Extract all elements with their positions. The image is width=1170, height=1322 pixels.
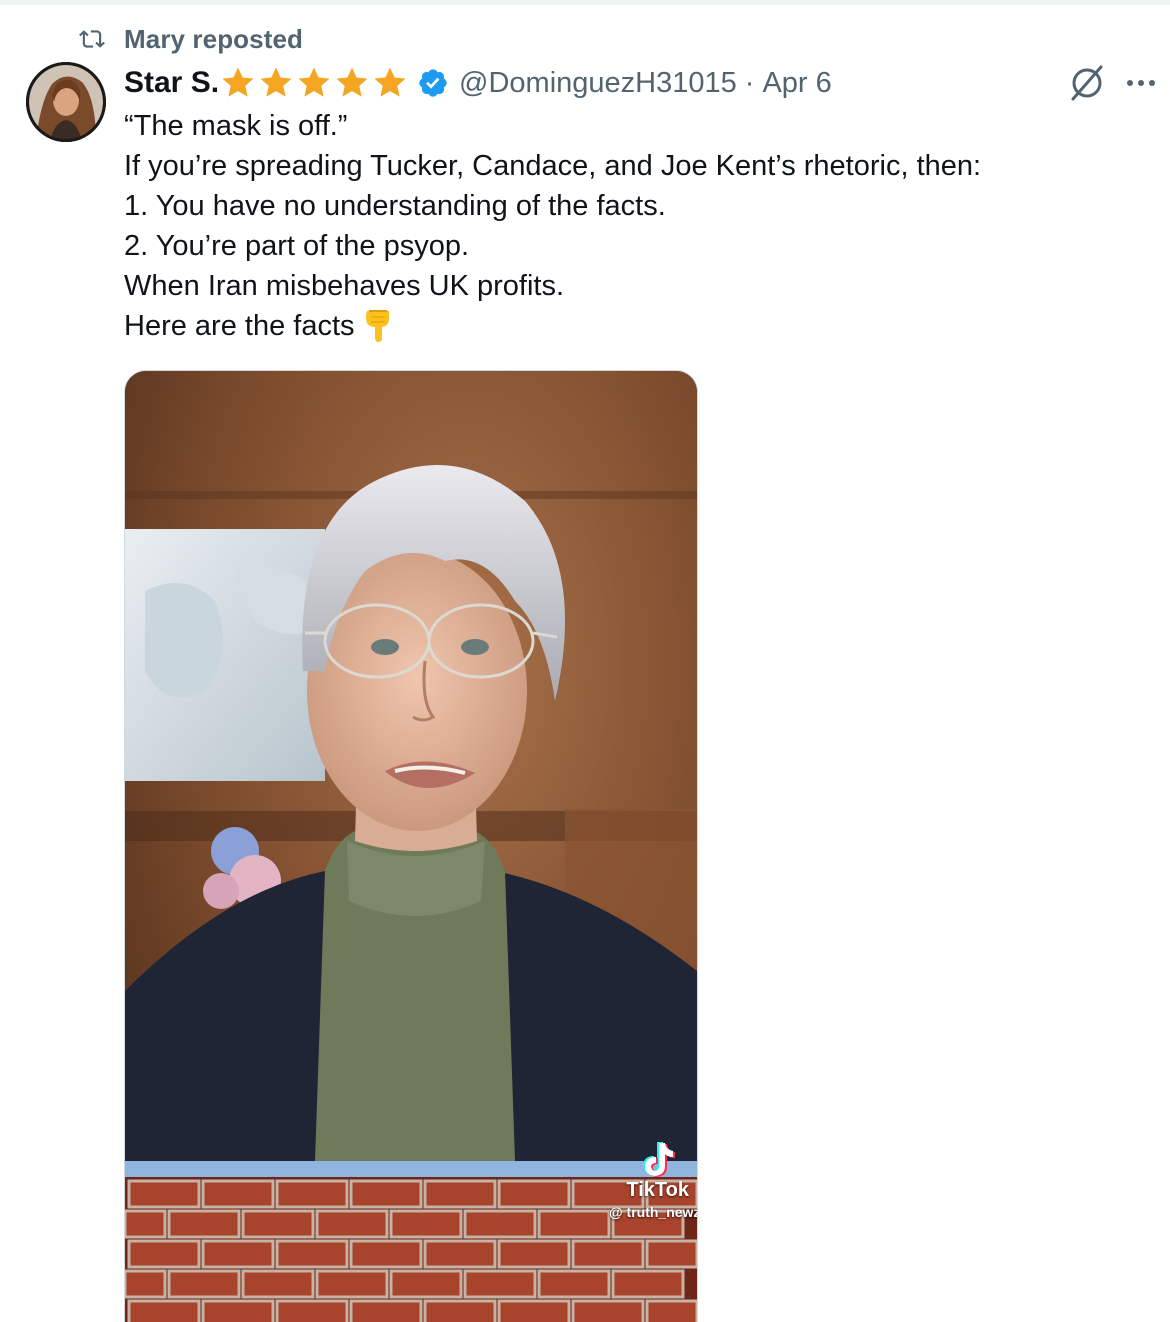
more-icon[interactable] [1124, 70, 1158, 96]
grok-icon[interactable] [1068, 64, 1106, 102]
verified-badge-icon[interactable] [417, 67, 449, 99]
tiktok-logo-icon [643, 1142, 675, 1177]
tiktok-watermark: TikTok @ truth_newz [609, 1139, 698, 1220]
repost-icon [79, 30, 105, 48]
header-separator: · [744, 66, 755, 99]
tiktok-username-label: @ truth_newz [609, 1204, 698, 1220]
star-icon [336, 67, 368, 97]
pointing-down-emoji-icon [365, 310, 389, 342]
author-handle[interactable]: @DominguezH31015 [459, 67, 737, 100]
tweet-line-last: Here are the facts [124, 306, 1124, 346]
tweet-line: Here are the facts [124, 310, 355, 342]
tweet-date[interactable]: Apr 6 [762, 67, 831, 100]
tweet-line: When Iran misbehaves UK profits. [124, 270, 565, 302]
star-icon [298, 67, 330, 97]
star-icon [222, 67, 254, 97]
video-media[interactable]: TikTok @ truth_newz [124, 370, 698, 1322]
tweet-line: 2. You’re part of the psyop. [124, 230, 470, 262]
repost-indicator[interactable]: Mary reposted [76, 22, 303, 56]
author-display-name[interactable]: Star S. [124, 66, 219, 100]
tweet-line: If you’re spreading Tucker, Candace, and… [124, 150, 982, 182]
top-divider [0, 0, 1170, 5]
tiktok-brand-label: TikTok [626, 1179, 689, 1201]
star-icon [260, 67, 292, 97]
star-rating [219, 64, 409, 102]
star-icon [374, 67, 406, 97]
tweet-text: “The mask is off.” If you’re spreading T… [124, 106, 1124, 346]
repost-label: Mary reposted [124, 23, 304, 54]
tweet-header: Star S. @DominguezH31015 · Apr 6 [124, 62, 832, 104]
tweet-line: “The mask is off.” [124, 110, 348, 142]
avatar[interactable] [26, 62, 106, 142]
avatar-image [26, 62, 106, 142]
tweet-page: Mary reposted Star S. @DominguezH31015 · [0, 0, 1170, 1322]
tweet-line: 1. You have no understanding of the fact… [124, 190, 666, 222]
